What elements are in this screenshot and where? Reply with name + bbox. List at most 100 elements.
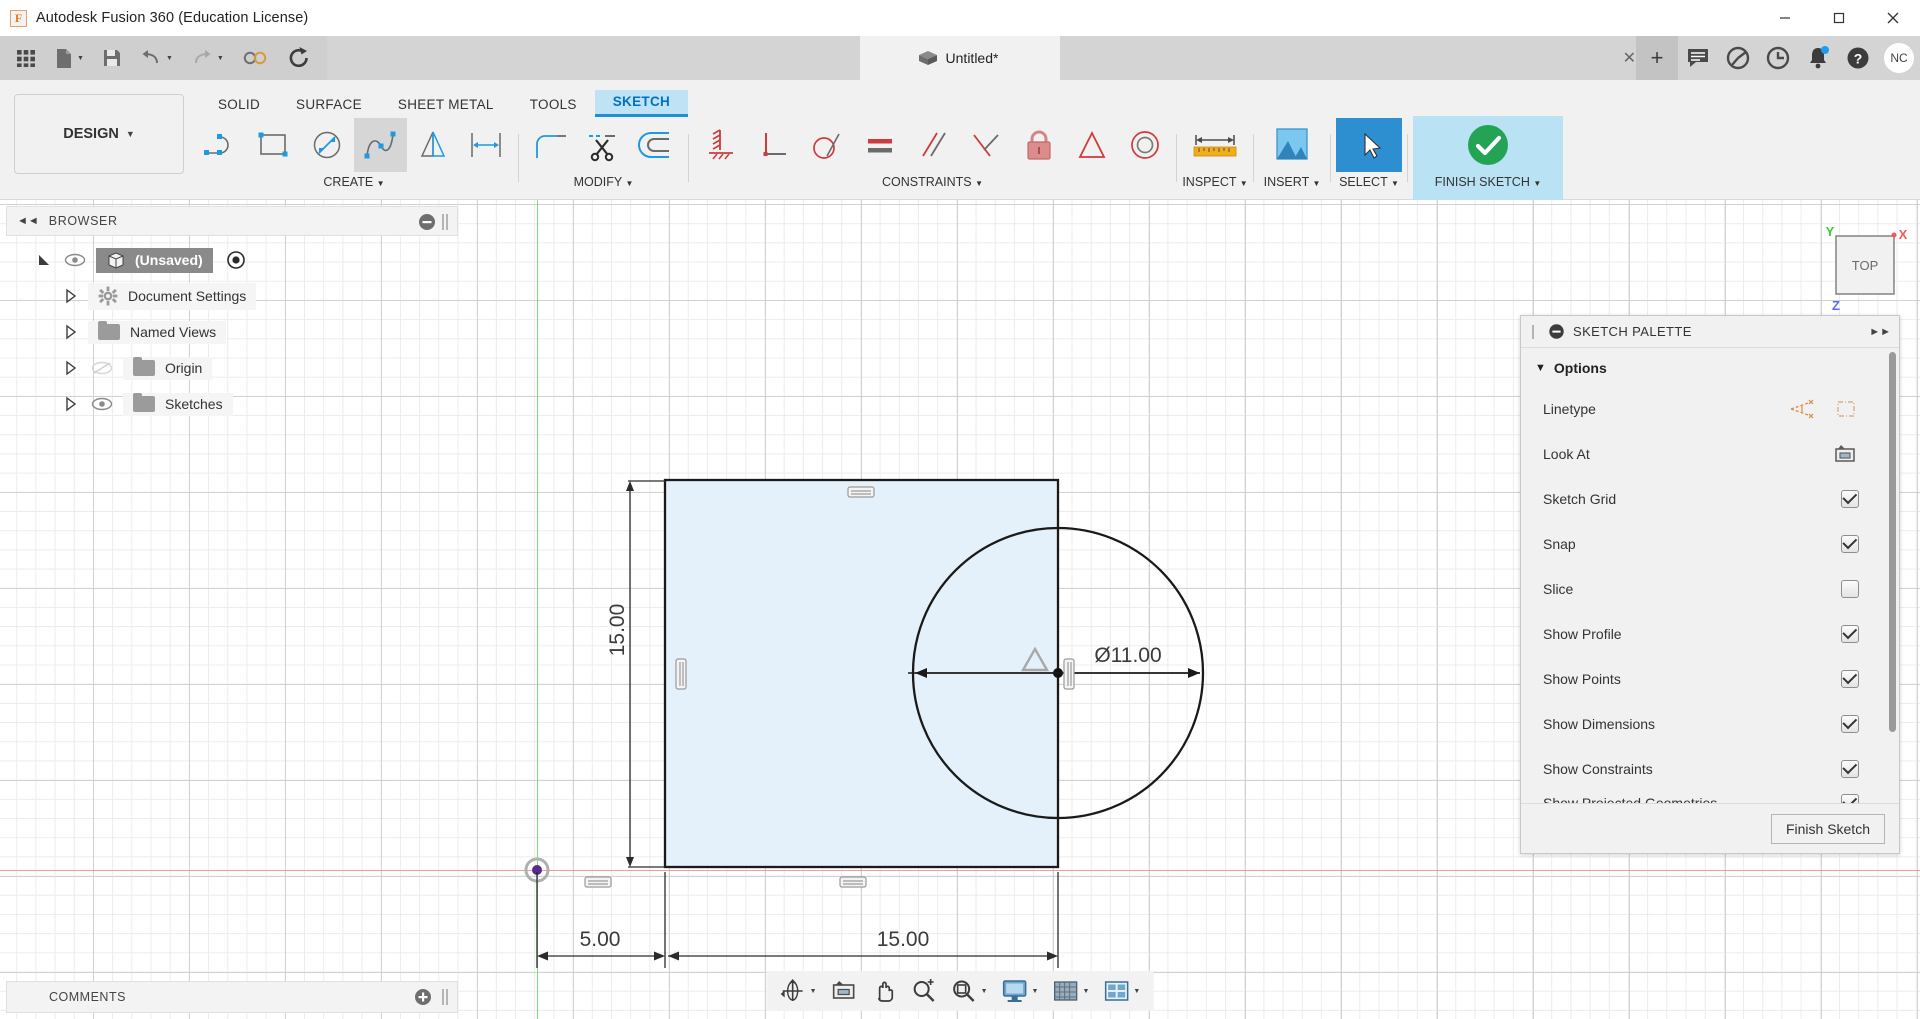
ribbon-group-finish-sketch[interactable]: FINISH SKETCH ▼ (1413, 116, 1563, 200)
save-icon[interactable] (93, 36, 131, 80)
link-icon[interactable] (233, 36, 277, 80)
coincident-icon[interactable] (694, 118, 747, 172)
job-status-icon[interactable] (1718, 36, 1758, 80)
browser-item-origin[interactable]: Origin (6, 350, 458, 386)
palette-row-sketch-grid[interactable]: Sketch Grid (1521, 476, 1899, 521)
new-document-tab-button[interactable]: + (1636, 36, 1678, 80)
mirror-icon[interactable] (407, 118, 460, 172)
expand-arrow-icon[interactable] (61, 324, 81, 340)
spline-icon[interactable] (354, 118, 407, 172)
add-comment-icon[interactable] (413, 987, 433, 1007)
insert-image-icon[interactable] (1259, 118, 1325, 172)
orbit-icon[interactable]: ▼ (773, 971, 824, 1011)
palette-row-show-points[interactable]: Show Points (1521, 656, 1899, 701)
minimize-button[interactable] (1758, 0, 1812, 36)
comments-panel[interactable]: COMMENTS (6, 981, 458, 1013)
palette-scrollbar[interactable] (1889, 352, 1896, 732)
ribbon-group-label-constraints[interactable]: CONSTRAINTS ▼ (694, 175, 1171, 189)
browser-collapse-icon[interactable]: ◄◄ (17, 215, 39, 227)
collapse-panel-icon[interactable] (1548, 323, 1565, 340)
linetype-construction-icon[interactable] (1833, 398, 1859, 420)
tab-sketch[interactable]: SKETCH (594, 90, 689, 117)
ribbon-group-label-create[interactable]: CREATE ▼ (195, 175, 513, 189)
look-at-icon[interactable] (1833, 443, 1857, 465)
apps-grid-icon[interactable] (6, 36, 46, 80)
trim-icon[interactable] (577, 118, 630, 172)
line-icon[interactable] (195, 118, 248, 172)
visibility-hidden-icon[interactable] (88, 361, 116, 375)
panel-resize-handle[interactable] (439, 211, 453, 233)
ribbon-group-label-insert[interactable]: INSERT ▼ (1259, 175, 1325, 189)
palette-row-show-constraints[interactable]: Show Constraints (1521, 746, 1899, 791)
select-cursor-icon[interactable] (1336, 118, 1402, 172)
look-at-icon[interactable] (824, 971, 864, 1011)
comment-icon[interactable] (1678, 36, 1718, 80)
tab-solid[interactable]: SOLID (200, 93, 278, 117)
pan-icon[interactable] (864, 971, 904, 1011)
expand-palette-icon[interactable]: ►► (1869, 326, 1891, 338)
offset-icon[interactable] (630, 118, 683, 172)
browser-item-document-settings[interactable]: Document Settings (6, 278, 458, 314)
refresh-icon[interactable] (277, 36, 321, 80)
browser-item-sketches[interactable]: Sketches (6, 386, 458, 422)
new-file-icon[interactable]: ▼ (46, 36, 93, 80)
ribbon-group-label-modify[interactable]: MODIFY ▼ (524, 175, 683, 189)
close-button[interactable] (1866, 0, 1920, 36)
avatar[interactable]: NC (1884, 43, 1914, 73)
linetype-normal-icon[interactable] (1789, 397, 1815, 421)
display-settings-icon[interactable]: ▼ (995, 971, 1046, 1011)
fit-icon[interactable]: ▼ (944, 971, 995, 1011)
visibility-eye-icon[interactable] (88, 397, 116, 411)
dimension-icon[interactable] (460, 118, 513, 172)
zoom-icon[interactable] (904, 971, 944, 1011)
slice-checkbox[interactable] (1841, 579, 1859, 598)
browser-item-named-views[interactable]: Named Views (6, 314, 458, 350)
help-icon[interactable]: ? (1838, 36, 1878, 80)
workspace-selector[interactable]: DESIGN ▼ (14, 94, 184, 174)
close-document-icon[interactable]: ✕ (1623, 48, 1636, 68)
palette-drag-handle[interactable] (1529, 321, 1540, 343)
show-projected-geometries-checkbox[interactable] (1841, 794, 1859, 803)
show-dimensions-checkbox[interactable] (1841, 714, 1859, 733)
palette-row-show-profile[interactable]: Show Profile (1521, 611, 1899, 656)
finish-check-icon[interactable] (1413, 118, 1563, 172)
sketch-grid-checkbox[interactable] (1841, 489, 1859, 508)
viewports-icon[interactable]: ▼ (1096, 971, 1147, 1011)
measure-icon[interactable] (1182, 118, 1248, 172)
maximize-button[interactable] (1812, 0, 1866, 36)
snap-checkbox[interactable] (1841, 534, 1859, 553)
midpoint-icon[interactable] (959, 118, 1012, 172)
fix-icon[interactable] (1012, 118, 1065, 172)
palette-row-linetype[interactable]: Linetype (1521, 386, 1899, 431)
tab-tools[interactable]: TOOLS (512, 93, 595, 117)
ribbon-group-label-finish-sketch[interactable]: FINISH SKETCH ▼ (1413, 175, 1563, 189)
browser-item-unsaved[interactable]: (Unsaved) (6, 242, 458, 278)
notifications-icon[interactable] (1798, 36, 1838, 80)
expand-arrow-icon[interactable] (61, 288, 81, 304)
perpendicular-icon[interactable] (747, 118, 800, 172)
finish-sketch-button[interactable]: Finish Sketch (1770, 813, 1885, 844)
show-points-checkbox[interactable] (1841, 669, 1859, 688)
show-profile-checkbox[interactable] (1841, 624, 1859, 643)
tangent-icon[interactable] (800, 118, 853, 172)
expand-arrow-icon[interactable] (61, 396, 81, 412)
palette-row-slice[interactable]: Slice (1521, 566, 1899, 611)
undo-icon[interactable]: ▼ (131, 36, 182, 80)
palette-row-look-at[interactable]: Look At (1521, 431, 1899, 476)
ribbon-group-label-select[interactable]: SELECT ▼ (1336, 175, 1402, 189)
document-tab[interactable]: Untitled* (860, 36, 1060, 80)
visibility-eye-icon[interactable] (61, 253, 89, 267)
symmetry-icon[interactable] (1065, 118, 1118, 172)
tab-surface[interactable]: SURFACE (278, 93, 380, 117)
fillet-icon[interactable] (524, 118, 577, 172)
palette-row-show-projected-geometries[interactable]: Show Projected Geometries (1521, 791, 1899, 803)
concentric-icon[interactable] (1118, 118, 1171, 172)
palette-section-options[interactable]: ▼ Options (1521, 348, 1899, 386)
show-constraints-checkbox[interactable] (1841, 759, 1859, 778)
tab-sheet-metal[interactable]: SHEET METAL (380, 93, 512, 117)
view-cube[interactable]: TOP Y X Z (1808, 220, 1908, 313)
parallel-icon[interactable] (906, 118, 959, 172)
redo-icon[interactable]: ▼ (182, 36, 233, 80)
rectangle-icon[interactable] (248, 118, 301, 172)
palette-row-show-dimensions[interactable]: Show Dimensions (1521, 701, 1899, 746)
